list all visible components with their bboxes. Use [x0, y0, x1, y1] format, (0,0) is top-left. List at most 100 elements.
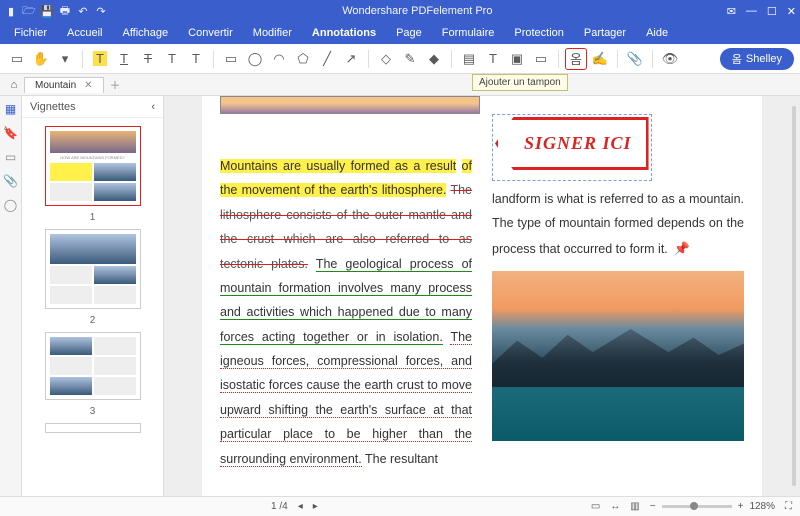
fit-page-icon[interactable]: ▭ [591, 501, 600, 512]
tab-mountain[interactable]: Mountain ✕ [24, 77, 104, 93]
save-icon[interactable]: 💾 [40, 4, 54, 18]
separator [652, 50, 653, 68]
menu-convertir[interactable]: Convertir [180, 25, 241, 41]
redo-icon[interactable]: ↷ [94, 4, 108, 18]
thumbnails-list: HOW ARE MOUNTAINS FORMED? 1 2 3 [22, 118, 163, 496]
home-icon[interactable]: ⌂ [6, 79, 22, 91]
thumbnail-2[interactable] [45, 229, 141, 309]
body-text: landform is what is referred to as a mou… [492, 187, 744, 261]
attachments-nav-icon[interactable]: 📎 [3, 174, 18, 188]
strike-tool[interactable]: T [137, 48, 159, 70]
underline-tool[interactable]: T [113, 48, 135, 70]
thumb-label-2: 2 [90, 315, 96, 326]
thumbnails-title: Vignettes [30, 101, 76, 113]
quick-access: ▮ 🗁 💾 🖶 ↶ ↷ [4, 4, 108, 18]
callout-tool[interactable]: ▭ [530, 48, 552, 70]
mail-icon[interactable]: ✉ [727, 5, 736, 18]
thumbnails-panel: Vignettes ‹ HOW ARE MOUNTAINS FORMED? 1 … [22, 96, 164, 496]
thumbnail-4[interactable] [45, 423, 141, 433]
close-button[interactable]: ✕ [787, 5, 796, 18]
page-indicator[interactable]: 1 /4 [271, 501, 288, 512]
zoom-in-icon[interactable]: + [738, 501, 744, 512]
highlighted-text[interactable]: Mountains are usually formed as a result [220, 159, 456, 173]
separator [82, 50, 83, 68]
zoom-slider[interactable] [662, 505, 732, 508]
squiggly-tool[interactable]: T [161, 48, 183, 70]
menu-protection[interactable]: Protection [506, 25, 572, 41]
thumb-label-3: 3 [90, 406, 96, 417]
thumbnails-header: Vignettes ‹ [22, 96, 163, 118]
rectangle-tool[interactable]: ▭ [220, 48, 242, 70]
menu-modifier[interactable]: Modifier [245, 25, 300, 41]
menu-affichage[interactable]: Affichage [114, 25, 176, 41]
menu-aide[interactable]: Aide [638, 25, 676, 41]
tab-close-icon[interactable]: ✕ [84, 80, 92, 91]
title-bar: ▮ 🗁 💾 🖶 ↶ ↷ Wondershare PDFelement Pro ✉… [0, 0, 800, 22]
vertical-scrollbar[interactable] [790, 96, 798, 496]
highlight-tool[interactable]: T [89, 48, 111, 70]
separator [617, 50, 618, 68]
stamp-tool[interactable]: 옴 [565, 48, 587, 70]
new-tab-button[interactable]: ＋ [104, 75, 127, 95]
maximize-button[interactable]: ☐ [767, 5, 777, 18]
fit-width-icon[interactable]: ↔ [610, 501, 620, 512]
mountain-photo [492, 271, 744, 441]
annotation-toolbar: ▭ ✋ ▾ T T T T T ▭ ◯ ◠ ⬠ ╱ ↗ ◇ ✎ ◆ ▤ T ▣ … [0, 44, 800, 74]
pencil-tool[interactable]: ✎ [399, 48, 421, 70]
hide-annotations-tool[interactable]: 👁 [659, 48, 681, 70]
menu-accueil[interactable]: Accueil [59, 25, 110, 41]
collapse-icon[interactable]: ‹ [151, 101, 155, 113]
menu-page[interactable]: Page [388, 25, 430, 41]
polygon-tool[interactable]: ⬠ [292, 48, 314, 70]
status-bar: 1 /4 ◂ ▸ ▭ ↔ ▥ − + 128% ⛶ [0, 496, 800, 516]
thumbnail-1[interactable]: HOW ARE MOUNTAINS FORMED? [45, 126, 141, 206]
next-page-icon[interactable]: ▸ [313, 501, 318, 512]
stamp-annotation[interactable]: SIGNER ICI [492, 114, 652, 181]
signature-tool[interactable]: ✍ [589, 48, 611, 70]
thumbnails-icon[interactable]: ▦ [5, 102, 16, 116]
oval-tool[interactable]: ◯ [244, 48, 266, 70]
line-tool[interactable]: ╱ [316, 48, 338, 70]
cloud-tool[interactable]: ◠ [268, 48, 290, 70]
attachment-tool[interactable]: 📎 [624, 48, 646, 70]
separator [451, 50, 452, 68]
print-icon[interactable]: 🖶 [58, 4, 72, 18]
note-tool[interactable]: ▤ [458, 48, 480, 70]
hand-tool[interactable]: ✋ [30, 48, 52, 70]
open-icon[interactable]: 🗁 [22, 4, 36, 18]
prev-page-icon[interactable]: ◂ [298, 501, 303, 512]
typewriter-tool[interactable]: T [482, 48, 504, 70]
zoom-out-icon[interactable]: − [650, 501, 656, 512]
fullscreen-icon[interactable]: ⛶ [785, 501, 792, 512]
user-label: Shelley [746, 53, 782, 65]
squiggly-text[interactable]: The igneous forces, compressional forces… [220, 330, 472, 467]
select-tool[interactable]: ▭ [6, 48, 28, 70]
separator [213, 50, 214, 68]
view-mode-icon[interactable]: ▥ [630, 501, 639, 512]
arrow-tool[interactable]: ↗ [340, 48, 362, 70]
textbox-tool[interactable]: ▣ [506, 48, 528, 70]
page-hero-image [220, 96, 480, 114]
document-canvas[interactable]: Mountains are usually formed as a result… [164, 96, 800, 496]
zoom-value[interactable]: 128% [749, 501, 775, 512]
eraser-tool[interactable]: ◇ [375, 48, 397, 70]
app-title: Wondershare PDFelement Pro [108, 5, 727, 17]
erase-ink-tool[interactable]: ◆ [423, 48, 445, 70]
menu-partager[interactable]: Partager [576, 25, 634, 41]
user-button[interactable]: 옴Shelley [720, 48, 794, 70]
app-icon: ▮ [4, 4, 18, 18]
dropdown-icon[interactable]: ▾ [54, 48, 76, 70]
menu-formulaire[interactable]: Formulaire [434, 25, 503, 41]
pin-icon[interactable]: 📌 [674, 241, 690, 256]
menu-fichier[interactable]: Fichier [6, 25, 55, 41]
minimize-button[interactable]: — [746, 5, 757, 17]
menu-annotations[interactable]: Annotations [304, 25, 384, 41]
comments-icon[interactable]: ▭ [5, 150, 16, 164]
undo-icon[interactable]: ↶ [76, 4, 90, 18]
window-controls: ✉ — ☐ ✕ [727, 5, 796, 18]
thumbnail-3[interactable] [45, 332, 141, 400]
body-text: The resultant [365, 452, 438, 466]
caret-tool[interactable]: T [185, 48, 207, 70]
search-nav-icon[interactable]: ◯ [4, 198, 17, 212]
bookmarks-icon[interactable]: 🔖 [3, 126, 18, 140]
